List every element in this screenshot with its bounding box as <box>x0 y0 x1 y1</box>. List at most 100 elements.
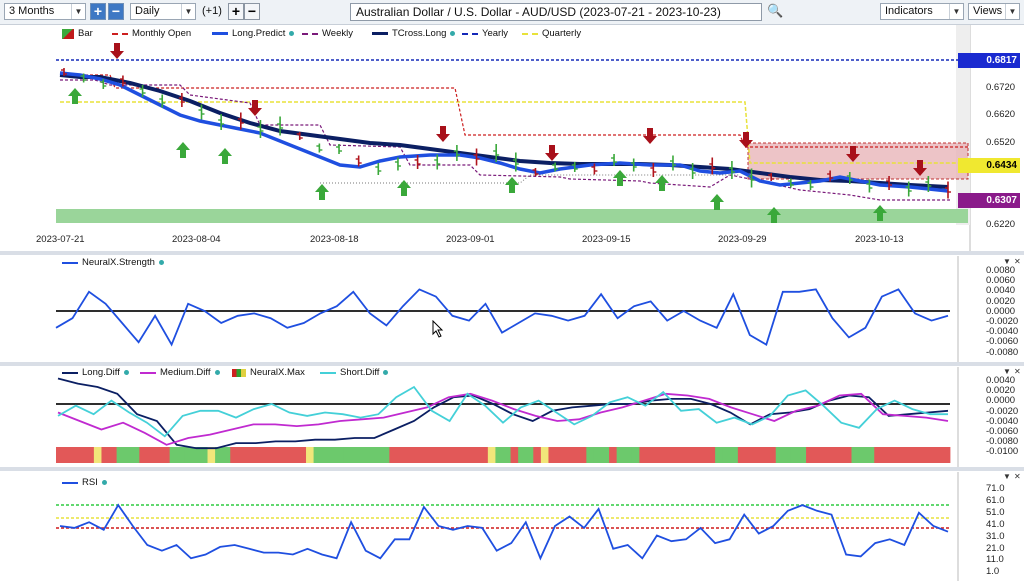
neuralx-max-cell <box>215 447 224 463</box>
symbol-title-field[interactable]: Australian Dollar / U.S. Dollar - AUD/US… <box>350 3 762 21</box>
legend-short-diff: Short.Diff <box>320 367 389 378</box>
settings-dot-icon[interactable] <box>289 31 295 36</box>
search-icon[interactable]: 🔍 <box>767 3 783 19</box>
neuralx-max-cell <box>828 447 837 463</box>
neuralx-max-cell <box>813 447 822 463</box>
toolbar: 3 Months ▼ + − Daily ▼ (+1) + − Australi… <box>0 0 1024 25</box>
neuralx-max-cell <box>866 447 875 463</box>
neuralx-max-cell <box>646 447 655 463</box>
neuralx-max-cell <box>495 447 504 463</box>
quarterly-price-label: 0.6434 <box>958 158 1020 173</box>
neuralx-max-cell <box>101 447 110 463</box>
neuralx-max-cell <box>836 447 845 463</box>
resistance-zone <box>748 143 968 179</box>
settings-dot-icon[interactable] <box>383 370 389 375</box>
neuralx-max-cell <box>692 447 701 463</box>
panel-separator[interactable] <box>0 467 1024 471</box>
bar-legend-icon <box>62 28 74 39</box>
neuralx-max-cell <box>109 447 118 463</box>
collapse-icon[interactable]: ▼ <box>1003 257 1011 266</box>
legend-weekly-label: Weekly <box>322 28 353 39</box>
axis-tick: 1.0 <box>986 566 1000 578</box>
short-diff-line <box>57 385 948 438</box>
neuralx-max-cell <box>586 447 595 463</box>
close-icon[interactable]: ✕ <box>1014 257 1021 266</box>
neuralx-max-cell <box>510 447 519 463</box>
settings-dot-icon[interactable] <box>450 31 456 36</box>
diff-chart[interactable] <box>0 367 1024 467</box>
legend-monthly-open-label: Monthly Open <box>132 28 192 39</box>
neuralx-max-cell <box>169 447 178 463</box>
neuralx-max-cell <box>124 447 133 463</box>
neuralx-max-cell <box>449 447 458 463</box>
legend-medium-diff: Medium.Diff <box>140 367 220 378</box>
neuralx-max-cell <box>571 447 580 463</box>
neuralx-max-cell <box>912 447 921 463</box>
range-select[interactable]: 3 Months ▼ <box>4 3 86 20</box>
views-dropdown[interactable]: Views ▼ <box>968 3 1020 20</box>
settings-dot-icon[interactable] <box>101 480 107 485</box>
close-icon[interactable]: ✕ <box>1014 367 1021 376</box>
offset-minus-button[interactable]: − <box>244 3 260 20</box>
rsi-line <box>59 503 949 561</box>
settings-dot-icon[interactable] <box>158 260 164 265</box>
settings-dot-icon[interactable] <box>214 370 220 375</box>
axis-tick: 31.0 <box>986 530 1005 542</box>
panel-separator[interactable] <box>0 362 1024 366</box>
neuralx-max-cell <box>722 447 731 463</box>
date-tick: 2023-10-13 <box>855 234 904 245</box>
neuralx-max-cell <box>684 447 693 463</box>
price-tick: 0.6520 <box>986 137 1016 148</box>
neuralx-max-cell <box>222 447 231 463</box>
neuralx-max-cell <box>745 447 754 463</box>
yearly-swatch <box>462 32 478 35</box>
zoom-out-button[interactable]: − <box>108 3 124 20</box>
neuralx-max-cell <box>548 447 557 463</box>
neuralx-max-cell <box>730 447 739 463</box>
collapse-icon[interactable]: ▼ <box>1003 367 1011 376</box>
rsi-chart[interactable] <box>0 472 1024 581</box>
neuralx-max-cell <box>177 447 186 463</box>
settings-dot-icon[interactable] <box>123 370 129 375</box>
legend-monthly-open: Monthly Open <box>112 28 191 39</box>
strength-chart[interactable] <box>0 256 1024 362</box>
close-icon[interactable]: ✕ <box>1014 472 1021 481</box>
indicators-dropdown[interactable]: Indicators ▼ <box>880 3 964 20</box>
interval-select[interactable]: Daily ▼ <box>130 3 196 20</box>
neuralx-max-cell <box>760 447 769 463</box>
neuralx-max-cell <box>859 447 868 463</box>
neuralx-max-cell <box>540 447 549 463</box>
support-zone <box>56 209 968 223</box>
neuralx-max-cell <box>93 447 102 463</box>
neuralx-max-cell <box>404 447 413 463</box>
neuralx-max-cell <box>556 447 565 463</box>
neuralx-max-cell <box>78 447 87 463</box>
legend-neuralx-max-label: NeuralX.Max <box>250 367 305 378</box>
neuralx-max-cell <box>116 447 125 463</box>
neuralx-max-cell <box>199 447 208 463</box>
axis-tick: 61.0 <box>986 494 1005 506</box>
legend-long-diff-label: Long.Diff <box>82 367 120 378</box>
neuralx-max-cell <box>389 447 398 463</box>
neuralx-max-cell <box>381 447 390 463</box>
collapse-icon[interactable]: ▼ <box>1003 472 1011 481</box>
long-diff-swatch <box>62 371 78 374</box>
legend-neuralx-max: NeuralX.Max <box>232 367 305 378</box>
legend-medium-diff-label: Medium.Diff <box>160 367 211 378</box>
panel-separator[interactable] <box>0 251 1024 255</box>
date-tick: 2023-07-21 <box>36 234 85 245</box>
offset-plus-button[interactable]: + <box>228 3 244 20</box>
neuralx-max-cell <box>904 447 913 463</box>
neuralx-max-strip <box>56 447 951 463</box>
neuralx-max-cell <box>806 447 815 463</box>
views-label: Views <box>973 5 1003 17</box>
legend-tcross-long-label: TCross.Long <box>392 28 447 39</box>
neuralx-max-cell <box>283 447 292 463</box>
long-predict-swatch <box>212 32 228 35</box>
neuralx-max-cell <box>63 447 72 463</box>
chevron-down-icon: ▼ <box>181 4 195 19</box>
yearly-price-label: 0.6817 <box>958 53 1020 68</box>
neuralx-max-cell <box>457 447 466 463</box>
zoom-in-button[interactable]: + <box>90 3 106 20</box>
price-chart[interactable] <box>0 25 1024 251</box>
